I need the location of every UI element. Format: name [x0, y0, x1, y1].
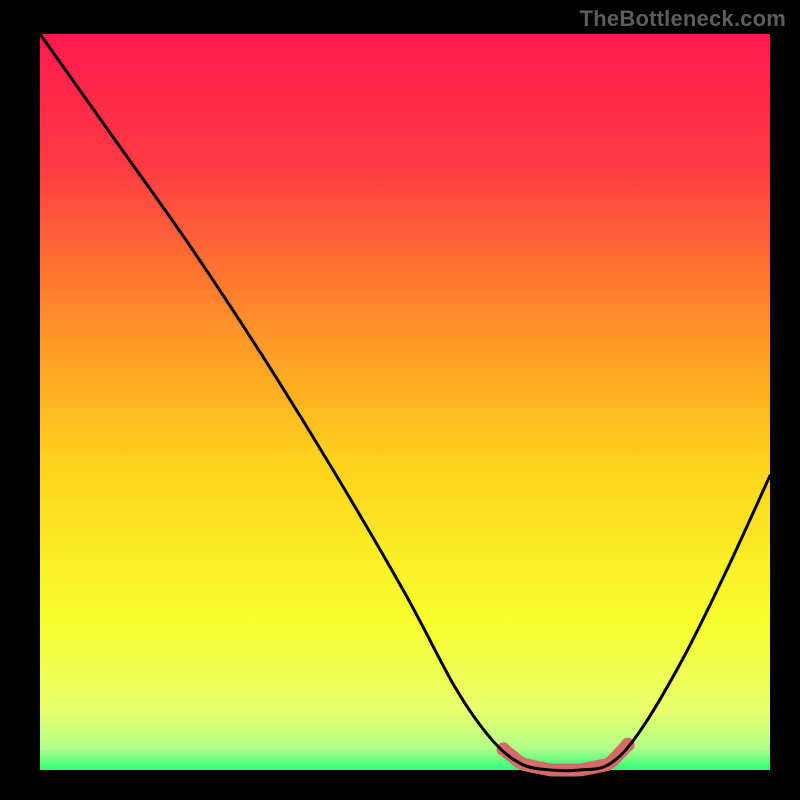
bottleneck-curve-chart — [0, 0, 800, 800]
chart-container: TheBottleneck.com — [0, 0, 800, 800]
plot-background — [40, 34, 770, 770]
